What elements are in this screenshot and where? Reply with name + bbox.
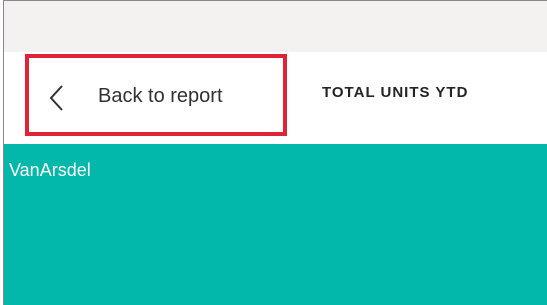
chevron-left-icon [49, 85, 63, 111]
visual-title: TOTAL UNITS YTD [322, 84, 469, 101]
back-to-report-button[interactable]: Back to report [25, 54, 287, 136]
tile-label: VanArsdel [9, 160, 91, 180]
treemap-tile-vanarsdel[interactable]: VanArsdel [4, 144, 547, 305]
back-to-report-label: Back to report [98, 85, 223, 107]
report-window: Back to report TOTAL UNITS YTD VanArsdel [3, 0, 547, 305]
focus-mode-toolbar: Back to report TOTAL UNITS YTD [4, 52, 547, 144]
